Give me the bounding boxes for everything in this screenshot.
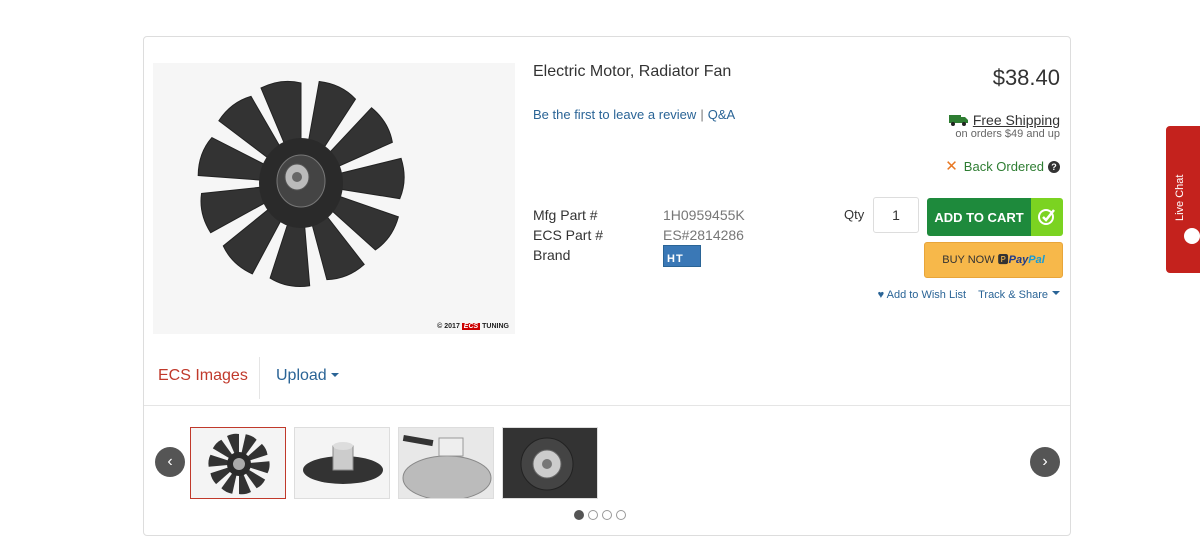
help-icon[interactable]: ? xyxy=(1048,161,1060,173)
product-main-image[interactable]: © 2017 ECS TUNING xyxy=(153,63,515,334)
review-links: Be the first to leave a review | Q&A xyxy=(533,107,736,122)
add-to-cart-button[interactable]: ADD TO CART xyxy=(927,198,1031,236)
tab-divider xyxy=(259,357,260,399)
carousel-prev-button[interactable]: ‹ xyxy=(155,447,185,477)
truck-icon xyxy=(948,115,968,126)
x-icon: ✕ xyxy=(945,158,958,175)
carousel-next-button[interactable]: › xyxy=(1030,447,1060,477)
add-to-wishlist-link[interactable]: Add to Wish List xyxy=(887,289,966,301)
live-chat-button[interactable]: Live Chat xyxy=(1166,126,1200,273)
live-chat-label: Live Chat xyxy=(1174,174,1186,221)
media-tabs: ECS Images Upload xyxy=(144,355,1070,406)
checkmark-icon xyxy=(1038,209,1055,225)
chevron-down-icon xyxy=(330,373,339,377)
qty-label: Qty xyxy=(844,207,865,222)
shipping-subtitle: on orders $49 and up xyxy=(955,128,1060,140)
product-price: $38.40 xyxy=(992,65,1060,90)
track-share-link[interactable]: Track & Share xyxy=(978,289,1048,301)
spec-row-mfg: Mfg Part # 1H0959455K xyxy=(533,207,745,223)
stock-status: ✕ Back Ordered? xyxy=(945,157,1060,175)
thumbnail-fan-front[interactable] xyxy=(190,427,286,499)
buy-now-paypal-button[interactable]: BUY NOW 🅿PayPal xyxy=(924,242,1063,278)
heart-icon: ♥ xyxy=(877,289,885,301)
product-specs: Mfg Part # 1H0959455K ECS Part # ES#2814… xyxy=(533,205,745,272)
chat-bubble-icon xyxy=(1184,228,1200,244)
quick-checkout-button[interactable] xyxy=(1031,198,1063,236)
carousel-pagination xyxy=(574,507,630,525)
thumbnail-fan-motor-closeup[interactable] xyxy=(398,427,494,499)
thumbnail-fan-hub-closeup[interactable] xyxy=(502,427,598,499)
shipping-info: Free Shipping on orders $49 and up xyxy=(948,112,1060,140)
qa-link[interactable]: Q&A xyxy=(708,107,735,122)
free-shipping-link[interactable]: Free Shipping xyxy=(973,112,1060,128)
brand-logo[interactable]: HT xyxy=(663,245,701,267)
product-actions: ♥ Add to Wish List Track & Share xyxy=(878,289,1060,301)
thumbnail-fan-side[interactable] xyxy=(294,427,390,499)
image-watermark: © 2017 ECS TUNING xyxy=(437,323,509,330)
write-review-link[interactable]: Be the first to leave a review xyxy=(533,107,696,122)
chevron-down-icon xyxy=(1052,291,1060,295)
radiator-fan-image xyxy=(197,80,405,287)
product-title: Electric Motor, Radiator Fan xyxy=(533,63,732,80)
spec-row-brand: Brand HT xyxy=(533,245,745,272)
tab-ecs-images[interactable]: ECS Images xyxy=(158,367,248,385)
product-card: © 2017 ECS TUNING Electric Motor, Radiat… xyxy=(143,36,1071,536)
tab-upload[interactable]: Upload xyxy=(276,367,339,385)
paypal-icon: 🅿 xyxy=(997,254,1009,266)
qty-input[interactable] xyxy=(873,197,919,233)
spec-row-ecs: ECS Part # ES#2814286 xyxy=(533,227,744,243)
